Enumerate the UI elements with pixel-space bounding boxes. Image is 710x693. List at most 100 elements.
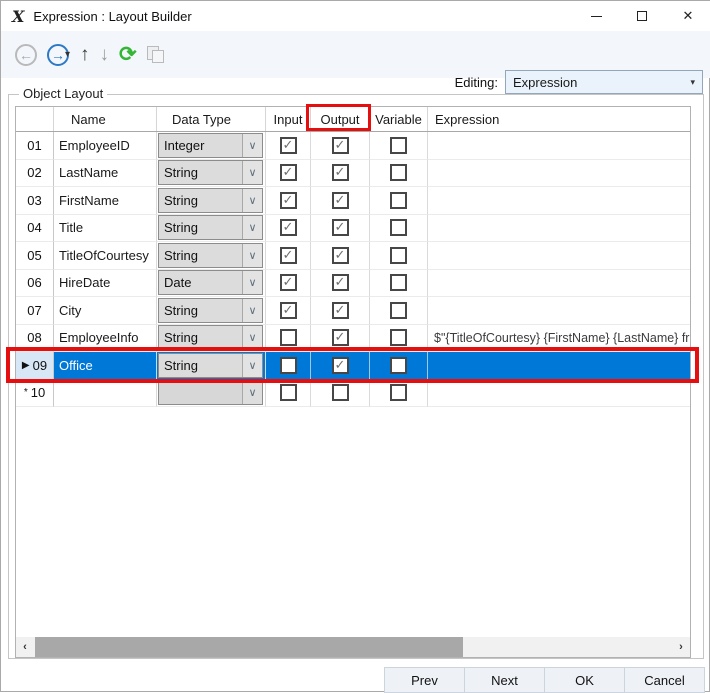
scrollbar-track[interactable] xyxy=(34,637,672,657)
expression-cell[interactable] xyxy=(428,187,690,215)
row-header[interactable]: 06 xyxy=(16,269,54,297)
expression-cell[interactable] xyxy=(428,380,690,407)
header-output[interactable]: Output xyxy=(311,107,370,131)
editing-dropdown[interactable]: Expression ▾ xyxy=(505,70,703,94)
expression-cell[interactable] xyxy=(428,352,690,380)
name-cell[interactable]: LastName xyxy=(54,159,157,187)
refresh-button[interactable]: ⟳ xyxy=(119,44,137,65)
expression-cell[interactable] xyxy=(428,215,690,242)
variable-checkbox[interactable]: ✓ xyxy=(390,246,407,264)
expression-cell[interactable]: $"{TitleOfCourtesy} {FirstName} {LastNam… xyxy=(428,325,690,352)
data-type-dropdown[interactable]: String ∨ xyxy=(158,160,263,186)
row-header[interactable]: 02 xyxy=(16,159,54,187)
variable-checkbox[interactable]: ✓ xyxy=(390,356,407,374)
data-type-dropdown[interactable]: ∨ xyxy=(158,380,263,406)
variable-checkbox[interactable]: ✓ xyxy=(390,384,407,402)
name-cell[interactable] xyxy=(54,379,157,407)
input-checkbox[interactable]: ✓ xyxy=(279,164,297,182)
expression-cell[interactable] xyxy=(428,242,690,270)
header-expression[interactable]: Expression xyxy=(428,107,690,131)
data-type-dropdown[interactable]: String ∨ xyxy=(158,297,263,323)
variable-checkbox[interactable]: ✓ xyxy=(390,191,407,209)
close-button[interactable]: ✕ xyxy=(665,1,710,31)
data-type-dropdown[interactable]: Integer ∨ xyxy=(158,132,263,158)
output-checkbox[interactable]: ✓ xyxy=(331,274,349,292)
input-checkbox[interactable]: ✓ xyxy=(279,384,297,402)
input-checkbox[interactable]: ✓ xyxy=(279,246,297,264)
prev-button[interactable]: Prev xyxy=(384,667,465,693)
paste-layout-icon[interactable] xyxy=(146,45,165,64)
row-header[interactable]: 04 xyxy=(16,214,54,242)
chevron-down-icon[interactable]: ∨ xyxy=(242,216,262,240)
output-checkbox[interactable]: ✓ xyxy=(331,246,349,264)
expression-cell[interactable] xyxy=(428,270,690,297)
cancel-button[interactable]: Cancel xyxy=(624,667,705,693)
data-type-dropdown[interactable]: String ∨ xyxy=(158,325,263,351)
data-type-dropdown[interactable]: String ∨ xyxy=(158,352,263,378)
output-checkbox[interactable]: ✓ xyxy=(331,384,349,402)
row-header[interactable]: 08 xyxy=(16,324,54,352)
chevron-down-icon[interactable]: ∨ xyxy=(242,243,262,267)
header-name[interactable]: Name xyxy=(54,107,157,131)
name-cell[interactable]: Title xyxy=(54,214,157,242)
name-cell[interactable]: TitleOfCourtesy xyxy=(54,242,157,270)
table-row[interactable]: ▶09OfficeString∨ ✓ ✓ ✓ xyxy=(16,352,690,380)
name-cell[interactable]: EmployeeID xyxy=(54,132,157,160)
name-cell[interactable]: FirstName xyxy=(54,187,157,215)
minimize-button[interactable] xyxy=(573,1,619,31)
variable-checkbox[interactable]: ✓ xyxy=(390,219,407,237)
output-checkbox[interactable]: ✓ xyxy=(331,301,349,319)
input-checkbox[interactable]: ✓ xyxy=(279,301,297,319)
chevron-down-icon[interactable]: ∨ xyxy=(242,381,262,405)
back-button[interactable]: ← xyxy=(15,43,37,66)
chevron-down-icon[interactable]: ∨ xyxy=(242,353,262,377)
output-checkbox[interactable]: ✓ xyxy=(331,356,349,374)
expression-cell[interactable] xyxy=(428,160,690,187)
variable-checkbox[interactable]: ✓ xyxy=(390,301,407,319)
row-header[interactable]: 07 xyxy=(16,297,54,325)
row-header[interactable]: ▶ 09 xyxy=(16,352,54,380)
table-row[interactable]: 08 EmployeeInfo String ∨ ✓ ✓ ✓ $"{TitleOfCourte… xyxy=(16,324,690,352)
variable-checkbox[interactable]: ✓ xyxy=(390,329,407,347)
table-row[interactable]: 04 Title String ∨ ✓ ✓ ✓ xyxy=(16,214,690,242)
move-up-button[interactable]: ↑ xyxy=(80,44,90,66)
chevron-down-icon[interactable]: ∨ xyxy=(242,298,262,322)
next-button[interactable]: Next xyxy=(464,667,545,693)
output-checkbox[interactable]: ✓ xyxy=(331,136,349,154)
name-cell[interactable]: Office xyxy=(54,352,157,380)
table-row[interactable]: 03 FirstName String ∨ ✓ ✓ ✓ xyxy=(16,187,690,215)
header-variable[interactable]: Variable xyxy=(370,107,428,131)
scrollbar-thumb[interactable] xyxy=(35,637,463,657)
move-down-button[interactable]: ↓ xyxy=(100,44,110,66)
data-type-dropdown[interactable]: String ∨ xyxy=(158,187,263,213)
name-cell[interactable]: HireDate xyxy=(54,269,157,297)
row-header[interactable]: 05 xyxy=(16,242,54,270)
expression-cell[interactable] xyxy=(428,297,690,325)
forward-dropdown-icon[interactable]: ▾ xyxy=(65,49,70,60)
scroll-left-icon[interactable]: ‹ xyxy=(16,637,34,657)
table-row[interactable]: 06 HireDate Date ∨ ✓ ✓ ✓ xyxy=(16,269,690,297)
input-checkbox[interactable]: ✓ xyxy=(279,191,297,209)
data-type-dropdown[interactable]: String ∨ xyxy=(158,242,263,268)
input-checkbox[interactable]: ✓ xyxy=(279,274,297,292)
chevron-down-icon[interactable]: ∨ xyxy=(242,161,262,185)
table-row[interactable]: *10 ∨ ✓ ✓ ✓ xyxy=(16,379,690,407)
input-checkbox[interactable]: ✓ xyxy=(279,219,297,237)
header-data-type[interactable]: Data Type xyxy=(157,107,266,131)
horizontal-scrollbar[interactable]: ‹ › xyxy=(16,637,690,657)
input-checkbox[interactable]: ✓ xyxy=(279,329,297,347)
ok-button[interactable]: OK xyxy=(544,667,625,693)
variable-checkbox[interactable]: ✓ xyxy=(390,274,407,292)
scroll-right-icon[interactable]: › xyxy=(672,637,690,657)
row-header[interactable]: * 10 xyxy=(16,379,54,407)
name-cell[interactable]: City xyxy=(54,297,157,325)
data-type-dropdown[interactable]: String ∨ xyxy=(158,215,263,241)
table-row[interactable]: 01 EmployeeID Integer ∨ ✓ ✓ ✓ xyxy=(16,132,690,160)
input-checkbox[interactable]: ✓ xyxy=(279,356,297,374)
chevron-down-icon[interactable]: ∨ xyxy=(242,133,262,157)
output-checkbox[interactable]: ✓ xyxy=(331,191,349,209)
header-input[interactable]: Input xyxy=(266,107,311,131)
name-cell[interactable]: EmployeeInfo xyxy=(54,324,157,352)
expression-cell[interactable] xyxy=(428,132,690,160)
table-row[interactable]: 07 City String ∨ ✓ ✓ ✓ xyxy=(16,297,690,325)
